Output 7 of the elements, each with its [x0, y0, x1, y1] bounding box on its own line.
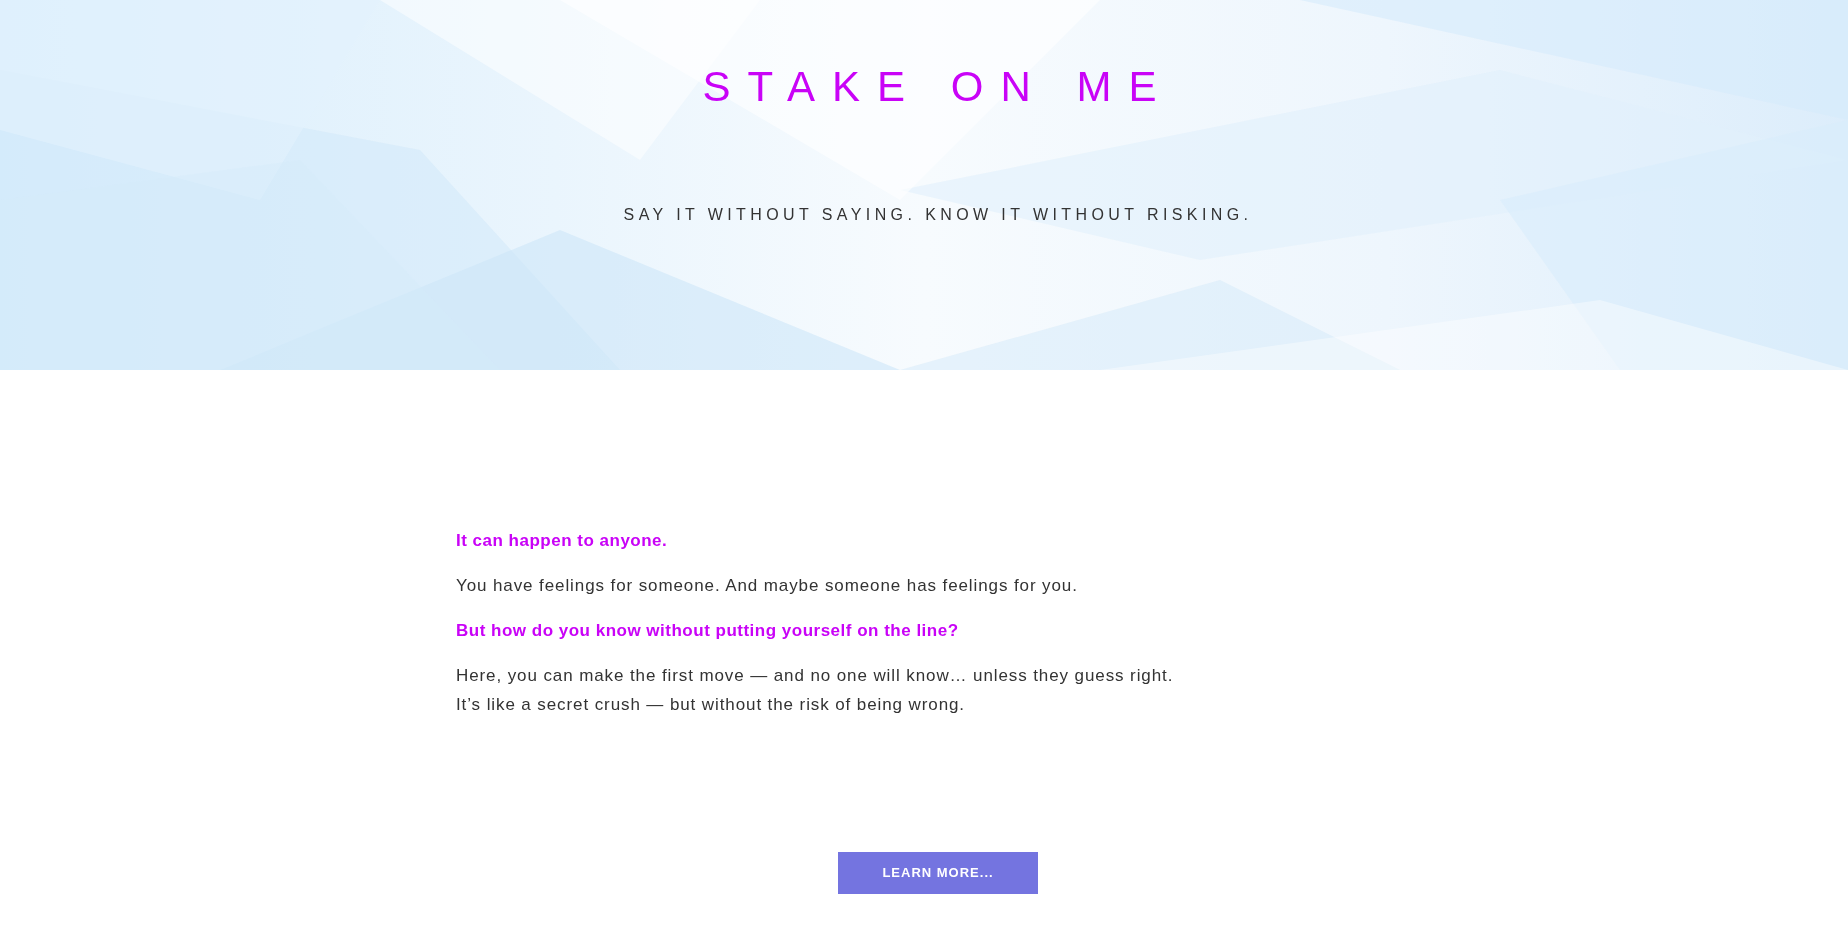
highlight-text: But how do you know without putting yourself on the line?: [456, 620, 959, 642]
body-paragraph: Here, you can make the first move — and no one will know… unless they guess right. It’s like a secret crush — but without the risk of being wrong.: [456, 665, 1174, 716]
site-title: STAKE ON ME: [702, 66, 1174, 108]
tagline: SAY IT WITHOUT SAYING. KNOW IT WITHOUT RISKING.: [623, 205, 1253, 225]
learn-more-button[interactable]: LEARN MORE...: [838, 852, 1038, 894]
body-paragraph: You have feelings for someone. And maybe someone has feelings for you.: [456, 575, 1078, 597]
highlight-text: It can happen to anyone.: [456, 530, 668, 552]
